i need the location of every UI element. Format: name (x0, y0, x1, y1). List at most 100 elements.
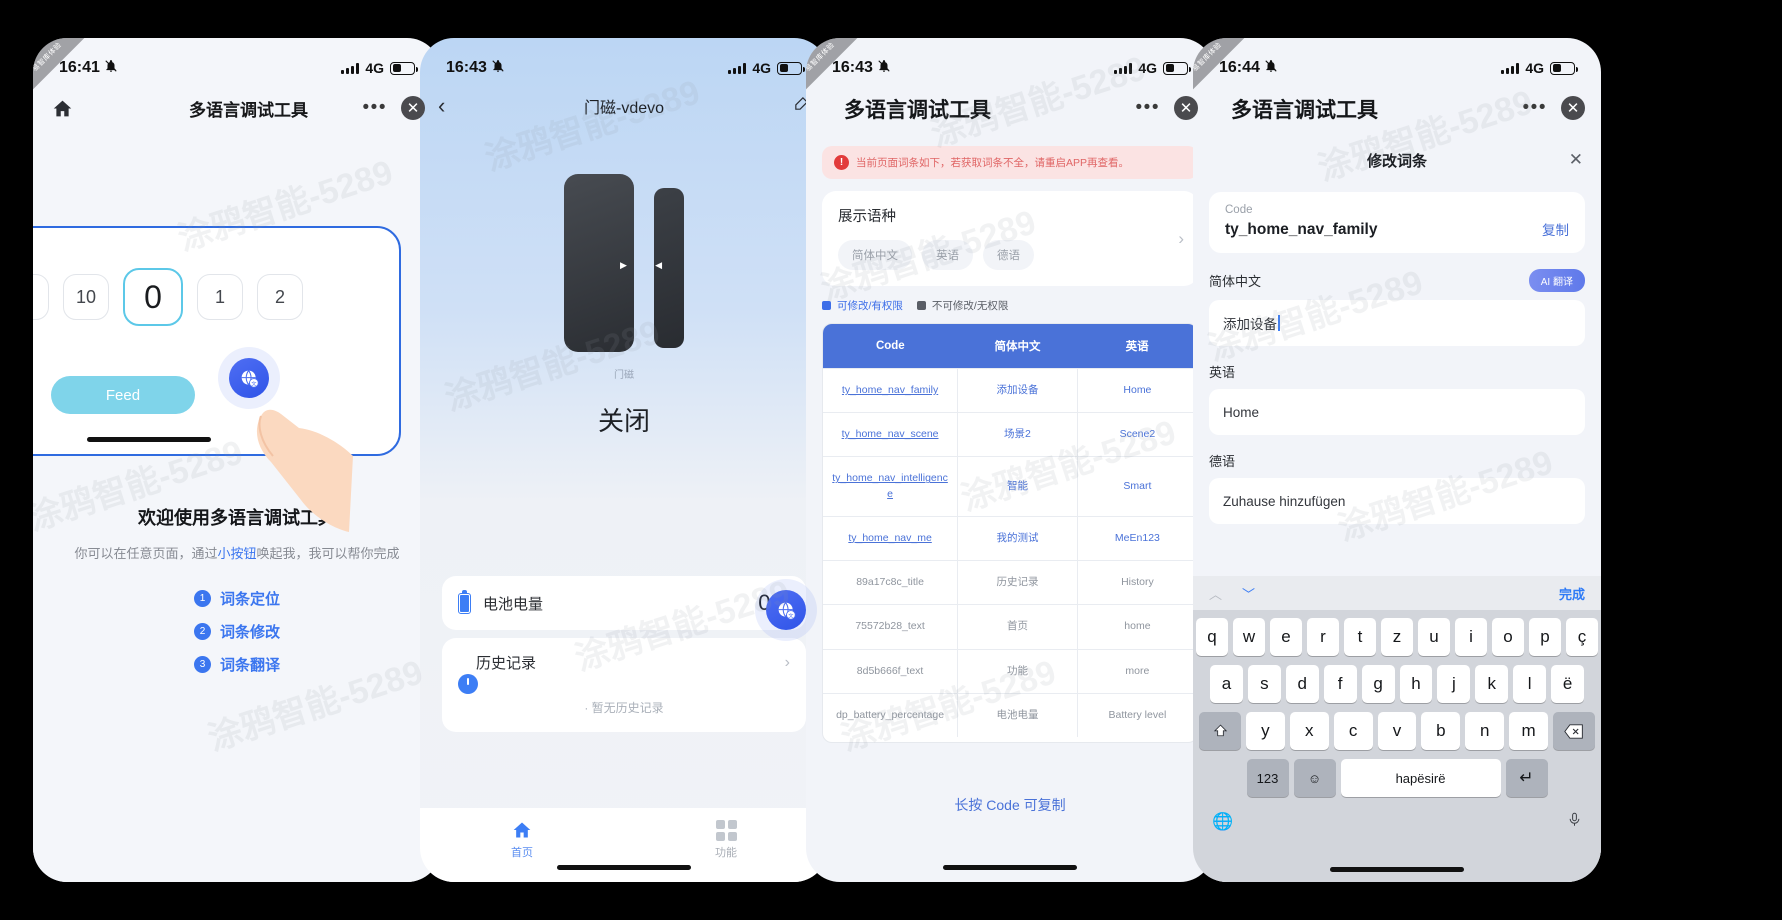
tab-home-label: 首页 (511, 847, 533, 859)
history-empty: · 暂无历史记录 (584, 701, 664, 715)
table-row[interactable]: ty_home_nav_intelligence 智能 Smart (823, 456, 1197, 517)
number-chip[interactable]: 1 (197, 274, 243, 320)
ai-translate-button[interactable]: AI 翻译 (1528, 269, 1585, 292)
key-r[interactable]: r (1307, 618, 1339, 656)
mini-program-header: 多语言调试工具 ••• ✕ (806, 84, 1214, 132)
number-chip[interactable]: 2 (257, 274, 303, 320)
key-e[interactable]: e (1270, 618, 1302, 656)
key-i[interactable]: i (1455, 618, 1487, 656)
en-input[interactable]: Home (1209, 389, 1585, 435)
cell-zh: 场景2 (957, 412, 1078, 457)
terms-table-wrapper[interactable]: Code 简体中文 英语 ty_home_nav_family 添加设备 Hom… (822, 323, 1198, 743)
chevron-up-icon[interactable]: ︿ (1209, 584, 1222, 603)
number-chip[interactable]: 9 (33, 274, 49, 320)
table-row[interactable]: dp_battery_percentage 电池电量 Battery level (823, 692, 1197, 737)
key-a[interactable]: a (1209, 665, 1243, 703)
key-p[interactable]: p (1529, 618, 1561, 656)
cell-code[interactable]: dp_battery_percentage (823, 692, 958, 737)
cell-code[interactable]: ty_home_nav_scene (823, 412, 958, 457)
table-row[interactable]: ty_home_nav_me 我的测试 MeEn123 (823, 515, 1197, 561)
key-d[interactable]: d (1285, 665, 1319, 703)
key-j[interactable]: j (1437, 665, 1471, 703)
key-ccedilla[interactable]: ç (1566, 618, 1598, 656)
translate-fab[interactable]: 文 (229, 358, 269, 398)
done-button[interactable]: 完成 (1559, 584, 1585, 603)
key-h[interactable]: h (1399, 665, 1433, 703)
cell-code[interactable]: ty_home_nav_me (823, 515, 958, 561)
key-b[interactable]: b (1421, 712, 1461, 750)
cell-code[interactable]: 89a17c8c_title (823, 560, 958, 605)
more-dots-icon[interactable]: ••• (1136, 98, 1160, 117)
close-icon[interactable]: ✕ (1569, 150, 1583, 170)
shift-icon[interactable] (1199, 712, 1241, 750)
tab-features[interactable]: 功能 (624, 818, 828, 882)
cell-en: more (1076, 648, 1197, 694)
key-t[interactable]: t (1344, 618, 1376, 656)
key-z[interactable]: z (1381, 618, 1413, 656)
table-row[interactable]: ty_home_nav_scene 场景2 Scene2 (823, 412, 1197, 457)
language-selector-card[interactable]: 展示语种 简体中文 英语 德语 › (822, 191, 1198, 286)
cell-zh: 电池电量 (957, 692, 1078, 737)
key-n[interactable]: n (1465, 712, 1505, 750)
chevron-right-icon[interactable]: › (785, 654, 790, 672)
history-card[interactable]: 历史记录 › · 暂无历史记录 (442, 638, 806, 732)
close-icon[interactable]: ✕ (401, 96, 425, 120)
globe-icon[interactable]: 🌐 (1212, 812, 1233, 832)
bell-muted-icon (491, 59, 505, 78)
key-s[interactable]: s (1247, 665, 1281, 703)
key-q[interactable]: q (1196, 618, 1228, 656)
copy-button[interactable]: 复制 (1542, 219, 1569, 239)
cell-en: Smart (1076, 456, 1197, 517)
chevron-right-icon[interactable]: › (1178, 229, 1184, 249)
chevron-down-icon[interactable]: ﹀ (1242, 584, 1255, 603)
home-icon[interactable] (51, 98, 74, 119)
cell-code[interactable]: 8d5b666f_text (823, 648, 958, 694)
tab-home[interactable]: 首页 (420, 818, 624, 882)
step-number: 1 (193, 590, 211, 608)
legend-swatch (916, 301, 926, 310)
translate-fab[interactable]: 文 (766, 590, 806, 630)
cell-code[interactable]: ty_home_nav_intelligence (823, 456, 958, 517)
numeric-key[interactable]: 123 (1246, 759, 1289, 797)
keyboard-accessory-bar: ︿ ﹀ 完成 (1193, 576, 1601, 610)
key-f[interactable]: f (1323, 665, 1357, 703)
key-u[interactable]: u (1418, 618, 1450, 656)
table-row[interactable]: 8d5b666f_text 功能 more (823, 648, 1197, 694)
key-c[interactable]: c (1333, 712, 1373, 750)
key-w[interactable]: w (1233, 618, 1265, 656)
number-chip-selected[interactable]: 0 (123, 268, 183, 326)
microphone-icon[interactable] (1567, 810, 1582, 834)
network-type: 4G (752, 60, 771, 76)
cell-code[interactable]: ty_home_nav_family (823, 367, 958, 413)
key-o[interactable]: o (1492, 618, 1524, 656)
table-row[interactable]: 75572b28_text 首页 home (823, 604, 1197, 650)
language-chip[interactable]: 简体中文 (838, 240, 912, 270)
table-row[interactable]: 89a17c8c_title 历史记录 History (823, 560, 1197, 605)
backspace-icon[interactable] (1553, 712, 1596, 750)
more-dots-icon[interactable]: ••• (1523, 98, 1547, 117)
feed-button[interactable]: Feed (51, 376, 195, 414)
close-icon[interactable]: ✕ (1561, 96, 1585, 120)
key-y[interactable]: y (1246, 712, 1285, 750)
zh-input[interactable]: 添加设备 (1209, 300, 1585, 346)
cell-code[interactable]: 75572b28_text (823, 604, 958, 650)
de-input[interactable]: Zuhause hinzufügen (1209, 478, 1585, 524)
key-k[interactable]: k (1475, 665, 1509, 703)
more-dots-icon[interactable]: ••• (363, 98, 387, 117)
table-row[interactable]: ty_home_nav_family 添加设备 Home (823, 367, 1197, 413)
cell-zh: 首页 (957, 604, 1078, 650)
key-g[interactable]: g (1361, 665, 1395, 703)
key-ediaeresis[interactable]: ë (1551, 665, 1585, 703)
language-chip[interactable]: 英语 (922, 240, 973, 270)
key-m[interactable]: m (1509, 712, 1549, 750)
welcome-desc-link[interactable]: 小按钮 (217, 546, 256, 561)
emoji-icon[interactable]: ☺ (1293, 759, 1336, 797)
key-x[interactable]: x (1289, 712, 1329, 750)
number-picker[interactable]: 9 10 0 1 2 (33, 268, 303, 326)
number-chip[interactable]: 10 (63, 274, 109, 320)
key-v[interactable]: v (1377, 712, 1417, 750)
space-key[interactable]: hapësirë (1340, 759, 1501, 797)
language-chip[interactable]: 德语 (983, 240, 1034, 270)
key-l[interactable]: l (1513, 665, 1547, 703)
return-icon[interactable]: ↵ (1505, 759, 1548, 797)
